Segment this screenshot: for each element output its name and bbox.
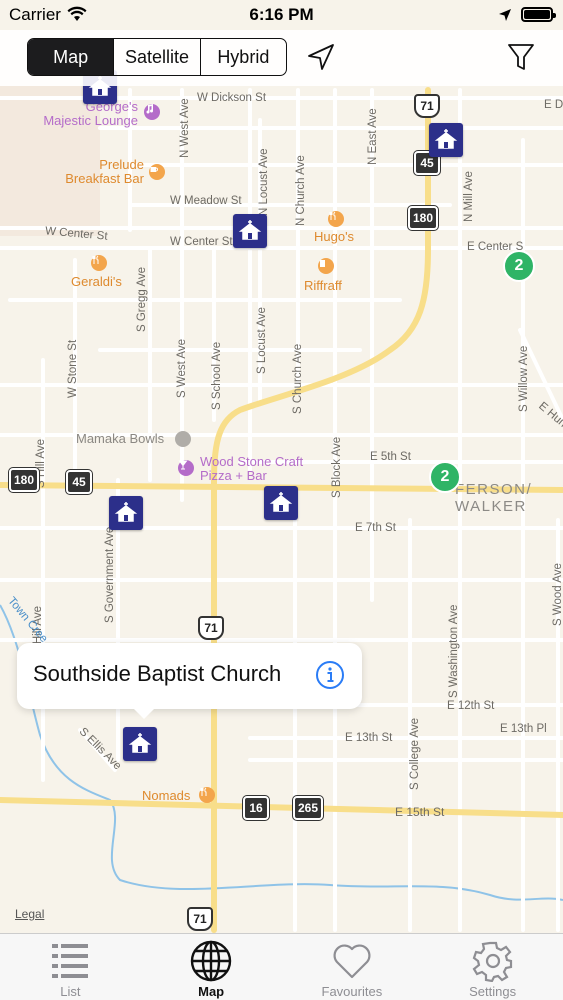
music-icon[interactable]	[144, 104, 160, 120]
street-label: S College Ave	[409, 717, 421, 790]
street-label: S Willow Ave	[518, 345, 530, 412]
tab-label: Settings	[469, 984, 517, 999]
segment-map[interactable]: Map	[28, 39, 115, 75]
street-label: S Washington Ave	[448, 604, 460, 698]
street-label: S School Ave	[211, 341, 223, 410]
battery-icon	[521, 7, 556, 22]
poi-icon[interactable]	[175, 431, 191, 447]
location-arrow-icon	[498, 7, 512, 27]
tab-list[interactable]: List	[0, 934, 141, 1000]
route-shield: 45	[66, 470, 92, 494]
route-shield: 16	[243, 796, 269, 820]
info-icon[interactable]	[315, 660, 345, 690]
restaurant-icon[interactable]	[91, 255, 107, 271]
street-label: N Mill Ave	[463, 171, 475, 222]
street-label: E 12th St	[447, 700, 495, 712]
street-label: E 5th St	[370, 451, 411, 463]
district-label: FERSON/ WALKER	[455, 481, 533, 515]
map-view[interactable]: W Dickson St E D W Meadow St W Center St…	[0, 30, 563, 933]
tab-label: Map	[198, 984, 225, 999]
street-label: W Center St	[170, 236, 233, 248]
tab-map[interactable]: Map	[141, 934, 282, 1000]
place-callout[interactable]: Southside Baptist Church	[17, 643, 362, 719]
cluster-marker[interactable]: 2	[503, 250, 535, 282]
route-shield: 71	[187, 907, 213, 931]
street-label: S West Ave	[176, 338, 188, 398]
street-label: S Government Ave	[104, 526, 116, 623]
segment-hybrid[interactable]: Hybrid	[201, 39, 286, 75]
restaurant-icon[interactable]	[328, 211, 344, 227]
list-icon	[50, 940, 90, 985]
street-label: W Dickson St	[197, 92, 267, 104]
restaurant-icon[interactable]	[199, 787, 215, 803]
callout-tail	[133, 708, 155, 719]
poi-label: Riffraff	[304, 278, 342, 293]
street-label: E D	[544, 99, 563, 111]
poi-label: Prelude Breakfast Bar	[65, 157, 144, 186]
gear-icon	[472, 940, 514, 987]
church-pin[interactable]	[233, 214, 267, 248]
cluster-marker[interactable]: 2	[429, 461, 461, 493]
status-bar: Carrier 6:16 PM	[0, 0, 563, 30]
street-label: S Locust Ave	[256, 307, 268, 374]
street-label: S Block Ave	[331, 436, 343, 498]
route-shield: 180	[9, 468, 40, 492]
coffee-icon[interactable]	[149, 164, 165, 180]
poi-label: Geraldi's	[71, 274, 122, 289]
route-shield: 71	[198, 616, 224, 640]
poi-label: George's Majestic Lounge	[43, 99, 138, 128]
street-label: W Meadow St	[170, 195, 242, 207]
street-label: S Wood Ave	[552, 563, 563, 626]
tab-settings[interactable]: Settings	[422, 934, 563, 1000]
street-label: E 7th St	[355, 522, 396, 534]
street-label: N East Ave	[367, 108, 379, 165]
church-pin[interactable]	[109, 496, 143, 530]
street-label: E 13th Pl	[500, 723, 547, 735]
route-shield: 71	[414, 94, 440, 118]
map-type-segmented-control[interactable]: Map Satellite Hybrid	[27, 38, 287, 76]
location-arrow-icon[interactable]	[306, 42, 336, 77]
legal-link[interactable]: Legal	[15, 907, 44, 921]
globe-icon	[190, 940, 232, 987]
poi-label: Nomads	[142, 788, 191, 803]
callout-title: Southside Baptist Church	[33, 661, 282, 686]
beer-icon[interactable]	[318, 258, 334, 274]
street-label: E 15th St	[395, 805, 445, 819]
tab-label: List	[60, 984, 81, 999]
glass-icon[interactable]	[178, 460, 194, 476]
street-label: S Church Ave	[292, 343, 304, 414]
tab-favourites[interactable]: Favourites	[282, 934, 423, 1000]
church-pin[interactable]	[429, 123, 463, 157]
street-label: S Gregg Ave	[136, 267, 148, 332]
heart-icon	[331, 940, 373, 987]
street-label: W Stone St	[67, 339, 79, 398]
street-label: N Locust Ave	[258, 148, 270, 216]
street-label: E 13th St	[345, 732, 393, 744]
map-toolbar: Map Satellite Hybrid	[0, 30, 563, 86]
street-label: N West Ave	[179, 98, 191, 158]
church-pin[interactable]	[264, 486, 298, 520]
filter-icon[interactable]	[506, 42, 536, 77]
segment-satellite[interactable]: Satellite	[114, 39, 201, 75]
church-pin-selected[interactable]	[123, 727, 157, 761]
tab-label: Favourites	[321, 984, 383, 999]
tab-bar: List Map Favourites Settings	[0, 933, 563, 1000]
route-shield: 265	[293, 796, 324, 820]
route-shield: 180	[408, 206, 439, 230]
street-label: N Church Ave	[295, 155, 307, 226]
poi-label: Mamaka Bowls	[76, 431, 165, 446]
poi-label: Wood Stone Craft Pizza + Bar	[200, 454, 304, 483]
clock-label: 6:16 PM	[249, 5, 314, 24]
poi-label: Hugo's	[314, 229, 355, 244]
